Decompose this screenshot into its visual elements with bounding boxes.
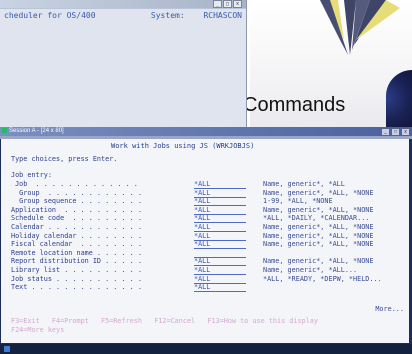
field-label: Holiday calendar . . . . . . . . — [11, 231, 142, 240]
maximize-button[interactable]: □ — [223, 0, 232, 8]
more-indicator: More... — [375, 305, 404, 313]
field-label: Group . . . . . . . . . . . . — [11, 188, 142, 197]
field-label: Calendar . . . . . . . . . . . . — [11, 223, 142, 231]
status-bar — [0, 344, 412, 354]
field-hint: Name, generic*, *ALL, *NONE — [263, 257, 374, 266]
job-entry-label: Job entry: — [11, 171, 52, 179]
field-hint: Name, generic*, *ALL, *NONE — [263, 188, 374, 197]
field-hint: *ALL, *DAILY, *CALENDAR... — [263, 214, 370, 223]
field-label: Fiscal calendar . . . . . . . . — [11, 240, 142, 249]
function-keys-line-1[interactable]: F3=Exit F4=Prompt F5=Refresh F12=Cancel … — [11, 317, 318, 326]
field-hint: Name, generic*, *ALL, *NONE — [263, 240, 374, 249]
text-input[interactable]: *ALL — [194, 283, 246, 293]
field-hint: Name, generic*, *ALL... — [263, 266, 358, 274]
maximize-button[interactable]: □ — [391, 128, 400, 136]
terminal-screen[interactable]: Work with Jobs using JS (WRKJOBJS) Type … — [1, 139, 409, 343]
field-label: Report distribution ID . . . . . — [11, 257, 142, 266]
field-label: Application . . . . . . . . . . — [11, 205, 142, 214]
back-window-title: cheduler for OS/400 — [4, 11, 96, 20]
field-label: Job status . . . . . . . . . . . — [11, 274, 142, 283]
system-value: RCHASCON — [203, 11, 242, 20]
system-label: System: — [150, 11, 185, 20]
field-label: Library list . . . . . . . . . . — [11, 266, 142, 274]
instructions-text: Type choices, press Enter. — [11, 155, 118, 163]
field-label: Group sequence . . . . . . . . — [11, 197, 142, 206]
close-button[interactable]: x — [233, 0, 242, 8]
field-label: Job . . . . . . . . . . . . . — [11, 180, 138, 188]
field-hint: Name, generic*, *ALL — [263, 180, 345, 188]
session-a-title: Session A - [24 x 80] — [9, 128, 64, 134]
session-a-window[interactable]: Session A - [24 x 80] _ □ x Work with Jo… — [0, 127, 412, 354]
field-label: Schedule code . . . . . . . . . — [11, 214, 142, 223]
back-window-titlebar[interactable]: _ □ x — [0, 0, 246, 8]
function-keys-line-2[interactable]: F24=More keys — [11, 326, 64, 335]
minimize-button[interactable]: _ — [381, 128, 390, 136]
field-hint: Name, generic*, *ALL, *NONE — [263, 205, 374, 214]
field-hint: Name, generic*, *ALL, *NONE — [263, 231, 374, 240]
field-label: Text . . . . . . . . . . . . . . — [11, 283, 142, 292]
session-icon — [2, 127, 7, 133]
session-a-titlebar[interactable]: Session A - [24 x 80] _ □ x — [0, 127, 412, 136]
field-hint: 1-99, *ALL, *NONE — [263, 197, 333, 206]
field-hint: *ALL, *READY, *DEPW, *HELD... — [263, 274, 382, 283]
status-indicator-icon — [4, 345, 10, 352]
screen-title: Work with Jobs using JS (WRKJOBJS) — [111, 142, 255, 150]
field-hint: Name, generic*, *ALL, *NONE — [263, 223, 374, 231]
starburst-graphic — [320, 0, 400, 55]
close-button[interactable]: x — [401, 128, 410, 136]
field-label: Remote location name . . . . . . — [11, 248, 142, 257]
commands-caption: Commands — [243, 94, 346, 116]
minimize-button[interactable]: _ — [213, 0, 222, 8]
